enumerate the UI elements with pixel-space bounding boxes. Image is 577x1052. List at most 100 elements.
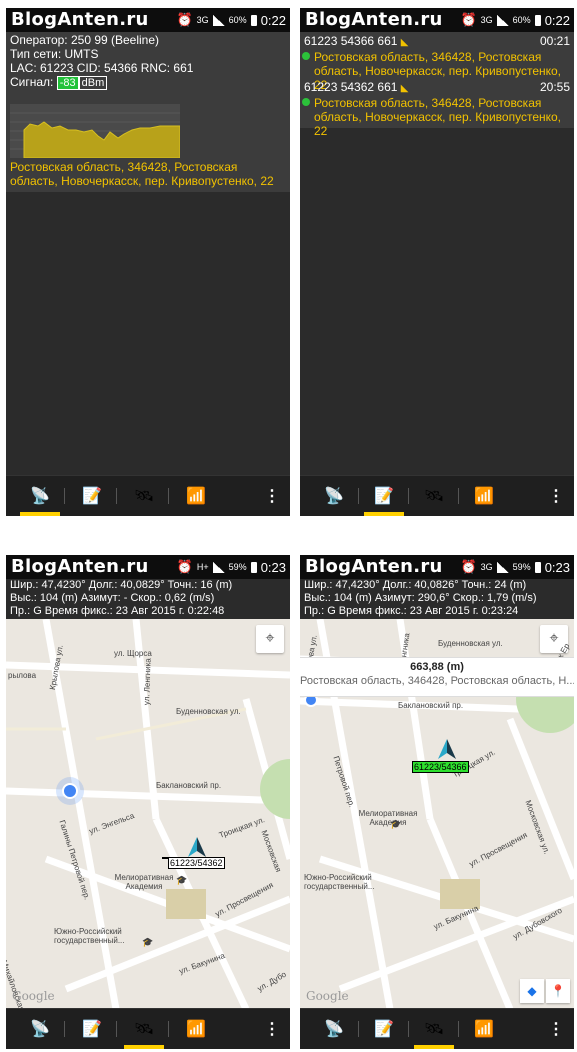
signal-unit: dBm — [78, 76, 108, 90]
tab-cells[interactable]: 📝 — [360, 1009, 409, 1049]
status-bar: BlogAnten.ru ⏰ 3G 60% 0:22 — [6, 8, 290, 32]
overflow-menu-button[interactable]: ⋮ — [264, 1019, 280, 1039]
street-label: Буденновская ул. — [438, 639, 503, 648]
fix-time-row: Пр.: G Время фикс.: 23 Авг 2015 г. 0:23:… — [304, 605, 519, 617]
status-icons: ⏰ H+ 59% 0:23 — [177, 559, 286, 575]
tab-map[interactable]: 🛰 — [120, 476, 169, 516]
wifi-icon: 📶 — [186, 1021, 206, 1038]
tab-cells[interactable]: 📝 — [360, 476, 409, 516]
alarm-icon: ⏰ — [176, 12, 193, 27]
bottom-nav: 📡 📝 🛰 📶 ⋮ — [300, 1008, 574, 1049]
tab-signal[interactable]: 📡 — [310, 1009, 359, 1049]
distance: 663,88 (m) — [410, 661, 464, 673]
cell-tag[interactable]: 61223/54366 — [412, 761, 469, 773]
bottom-nav: 📡 📝 🛰 📶 ⋮ — [6, 1008, 290, 1049]
network-type: H+ — [196, 562, 209, 572]
tab-wifi[interactable]: 📶 — [460, 476, 508, 516]
cell-list-icon: 📝 — [82, 488, 102, 505]
tab-map[interactable]: 🛰 — [410, 1009, 459, 1049]
signal-row: Сигнал: -83 dBm — [10, 75, 286, 90]
map[interactable]: ⌖ Крылова ул. ул. Ленгника Буденновская … — [300, 619, 574, 1009]
address: Ростовская область, 346428, Ростовская о… — [10, 160, 274, 188]
map-satellite-icon: 🛰 — [423, 1021, 445, 1038]
status-bar: BlogAnten.ru ⏰ 3G 60% 0:22 — [300, 8, 574, 32]
overflow-menu-button[interactable]: ⋮ — [264, 486, 280, 506]
directions-button[interactable]: ◆ — [520, 979, 544, 1003]
signal-strength-icon — [496, 14, 509, 26]
cell-list: 61223 54366 661 ◣ 00:21 Ростовская област… — [300, 32, 574, 138]
tower-icon: 📡 — [30, 1021, 50, 1038]
battery-icon — [534, 14, 541, 26]
overflow-menu-button[interactable]: ⋮ — [548, 486, 564, 506]
cell-tower-icon[interactable] — [438, 739, 456, 759]
signal-panel: Оператор: 250 99 (Beeline) Тип сети: UMT… — [6, 32, 290, 192]
cell-list-icon: 📝 — [82, 1021, 102, 1038]
operator: Оператор: 250 99 (Beeline) — [10, 33, 160, 47]
school-icon: 🎓 — [142, 937, 154, 947]
cell-list-icon: 📝 — [374, 1021, 394, 1038]
my-location-button[interactable]: ⌖ — [256, 625, 284, 653]
battery-percent: 59% — [228, 562, 247, 572]
directions-icon: ◆ — [527, 984, 537, 998]
lac-cid-row: LAC: 61223 CID: 54366 RNC: 661 — [10, 61, 194, 75]
google-maps-icon: 📍 — [550, 984, 566, 998]
map-satellite-icon: 🛰 — [423, 488, 445, 505]
battery-percent: 60% — [228, 15, 247, 25]
cell-tower-icon[interactable] — [188, 837, 206, 857]
signal-graph — [10, 104, 180, 158]
list-item[interactable]: 61223 54362 661 ◣ 20:55 Ростовская област… — [302, 80, 570, 138]
tab-signal[interactable]: 📡 — [16, 476, 65, 516]
app-logo: BlogAnten.ru — [11, 556, 149, 577]
coords-row: Шир.: 47,4230° Долг.: 40,0826° Точн.: 24… — [304, 579, 527, 591]
signal-icon: ◣ — [400, 37, 409, 48]
street-label: Южно-Российский государственный... — [54, 927, 125, 945]
tab-signal[interactable]: 📡 — [16, 1009, 65, 1049]
school-icon: 🎓 — [176, 875, 188, 885]
street-label: Буденновская ул. — [176, 707, 241, 716]
tab-wifi[interactable]: 📶 — [460, 1009, 508, 1049]
battery-percent: 59% — [512, 562, 531, 572]
clock: 0:22 — [544, 12, 570, 28]
status-bar: BlogAnten.ru ⏰ H+ 59% 0:23 — [6, 555, 290, 579]
tab-wifi[interactable]: 📶 — [172, 1009, 220, 1049]
fix-time-row: Пр.: G Время фикс.: 23 Авг 2015 г. 0:22:… — [10, 605, 225, 617]
clock: 0:23 — [260, 559, 286, 575]
status-icons: ⏰ 3G 60% 0:22 — [176, 12, 286, 28]
coords-row: Шир.: 47,4230° Долг.: 40,0829° Точн.: 16… — [10, 579, 233, 591]
bottom-nav: 📡 📝 🛰 📶 ⋮ — [300, 475, 574, 516]
tab-map[interactable]: 🛰 — [120, 1009, 169, 1049]
tab-cells[interactable]: 📝 — [68, 1009, 117, 1049]
street-label: Мелиоративная Академия — [114, 873, 174, 891]
tab-signal[interactable]: 📡 — [310, 476, 359, 516]
google-logo: Google — [306, 989, 349, 1003]
battery-icon — [534, 561, 541, 573]
map-toolbar: ◆ 📍 — [520, 979, 570, 1003]
status-icons: ⏰ 3G 60% 0:22 — [460, 12, 570, 28]
status-bar: BlogAnten.ru ⏰ 3G 59% 0:23 — [300, 555, 574, 579]
cell-id: 61223 54362 661 — [304, 80, 398, 94]
wifi-icon: 📶 — [474, 1021, 494, 1038]
cell-list-icon: 📝 — [374, 488, 394, 505]
alarm-icon: ⏰ — [460, 559, 477, 574]
overflow-menu-button[interactable]: ⋮ — [548, 1019, 564, 1039]
open-maps-button[interactable]: 📍 — [546, 979, 570, 1003]
bottom-nav: 📡 📝 🛰 📶 ⋮ — [6, 475, 290, 516]
app-logo: BlogAnten.ru — [305, 9, 443, 30]
cell-tag[interactable]: 61223/54362 — [168, 857, 225, 869]
screen-map: BlogAnten.ru ⏰ H+ 59% 0:23 Шир.: 47,4230… — [6, 555, 290, 1049]
screen-signal: BlogAnten.ru ⏰ 3G 60% 0:22 Оператор: 250… — [6, 8, 290, 516]
app-logo: BlogAnten.ru — [305, 556, 443, 577]
info-bubble[interactable]: 663,88 (m) Ростовская область, 346428, Р… — [300, 657, 574, 697]
map[interactable]: ⌖ ул. Щорса рылова Крылова ул. ул. Ленгн… — [6, 619, 290, 1009]
alarm-icon: ⏰ — [460, 12, 477, 27]
altitude-row: Выс.: 104 (m) Азимут: - Скор.: 0,62 (m/s… — [10, 592, 215, 604]
tab-wifi[interactable]: 📶 — [172, 476, 220, 516]
street-label: Баклановский пр. — [156, 781, 222, 790]
tab-map[interactable]: 🛰 — [410, 476, 459, 516]
clock: 0:22 — [260, 12, 286, 28]
battery-icon — [250, 14, 257, 26]
clock: 0:23 — [544, 559, 570, 575]
map-satellite-icon: 🛰 — [133, 488, 155, 505]
street-label: Баклановский пр. — [398, 701, 464, 710]
tab-cells[interactable]: 📝 — [68, 476, 117, 516]
